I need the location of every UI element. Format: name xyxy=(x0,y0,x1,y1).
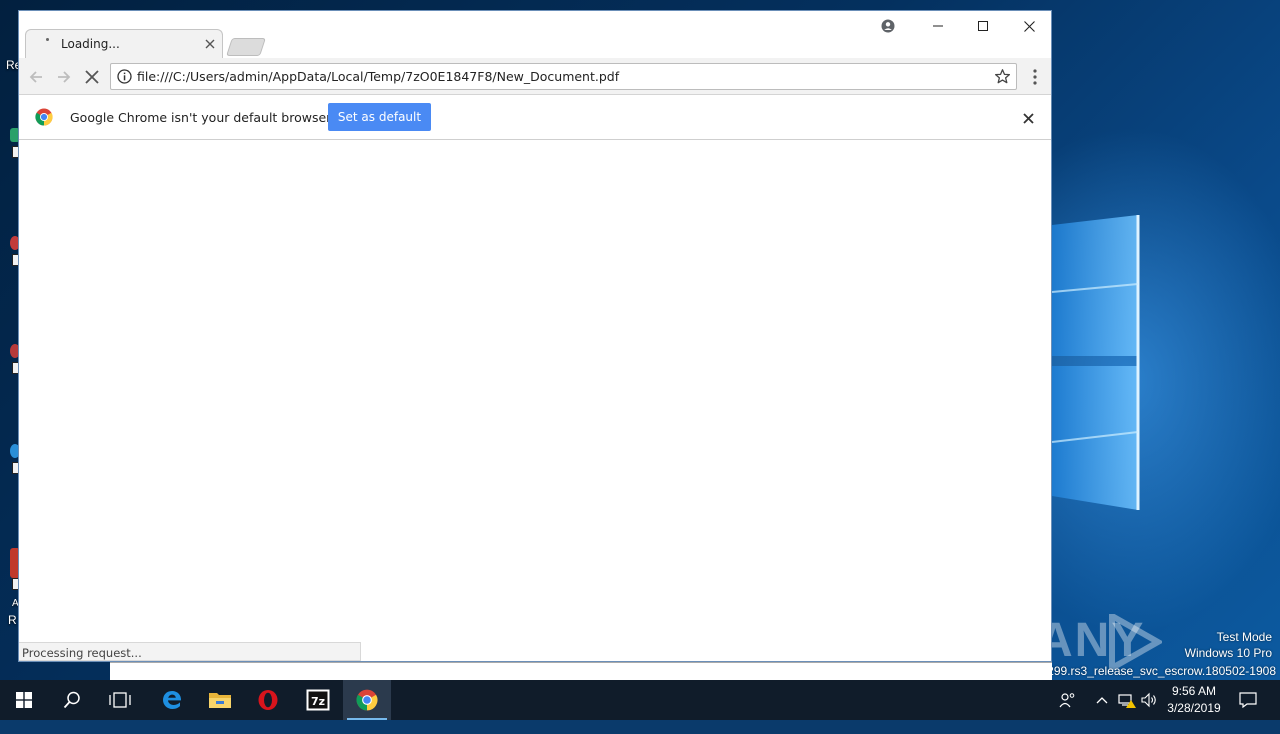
desktop-shortcut[interactable] xyxy=(0,548,22,590)
browser-tab[interactable]: Loading... xyxy=(25,29,223,59)
title-bar[interactable]: Loading... xyxy=(19,11,1051,59)
taskbar-edge[interactable] xyxy=(148,680,196,720)
edge-browser-icon xyxy=(163,691,182,709)
address-bar[interactable]: file:///C:/Users/admin/AppData/Local/Tem… xyxy=(110,63,1017,90)
network-warning-icon xyxy=(1118,694,1136,708)
stop-loading-button[interactable] xyxy=(81,66,103,88)
taskbar-chrome[interactable] xyxy=(343,680,391,720)
arrow-right-icon xyxy=(58,71,71,83)
windows-start-icon xyxy=(16,692,32,708)
background-window-edge xyxy=(110,662,1052,680)
action-center-button[interactable] xyxy=(1238,690,1258,710)
desktop-shortcut[interactable] xyxy=(0,444,22,484)
tray-people-button[interactable] xyxy=(1058,690,1078,710)
close-icon xyxy=(1022,112,1034,124)
volume-icon xyxy=(1141,692,1156,708)
start-button[interactable] xyxy=(0,680,48,720)
infobar-message: Google Chrome isn't your default browser xyxy=(70,110,332,125)
chrome-icon xyxy=(356,689,378,711)
taskbar-opera[interactable] xyxy=(244,680,292,720)
notification-icon xyxy=(1239,692,1257,708)
desktop-shortcut[interactable] xyxy=(0,128,22,168)
infobar-close-button[interactable] xyxy=(1019,109,1037,127)
chrome-menu-button[interactable] xyxy=(1025,66,1045,88)
search-button[interactable] xyxy=(48,680,96,720)
7zip-icon: 7z xyxy=(306,689,330,711)
loading-throbber-icon xyxy=(46,38,49,41)
page-content[interactable] xyxy=(19,140,1051,661)
minimize-button[interactable] xyxy=(916,11,960,41)
maximize-button[interactable] xyxy=(961,11,1005,41)
windows-wallpaper-logo xyxy=(1052,215,1140,510)
clock-date: 3/28/2019 xyxy=(1167,701,1221,715)
forward-button[interactable] xyxy=(53,66,75,88)
taskbar-file-explorer[interactable] xyxy=(196,680,244,720)
taskbar-clock[interactable]: 9:56 AM 3/28/2019 xyxy=(1160,683,1228,717)
tab-title: Loading... xyxy=(61,37,120,51)
chevron-up-icon xyxy=(1096,697,1108,704)
user-profile-icon xyxy=(881,19,895,33)
close-window-button[interactable] xyxy=(1007,11,1051,41)
bookmark-star-icon[interactable] xyxy=(994,68,1011,85)
taskbar-7zip[interactable]: 7z xyxy=(294,680,342,720)
volume-button[interactable] xyxy=(1140,690,1160,710)
desktop-label-fragment: R xyxy=(8,613,17,627)
arrow-left-icon xyxy=(29,71,42,83)
close-icon xyxy=(205,39,215,49)
kebab-menu-icon xyxy=(1033,69,1037,85)
people-icon xyxy=(1059,693,1075,708)
build-string-text: 16299.rs3_release_svc_escrow.180502-1908 xyxy=(1033,664,1276,678)
task-view-button[interactable] xyxy=(96,680,144,720)
anyrun-watermark: ANY RUN xyxy=(1038,610,1238,729)
minimize-icon xyxy=(933,25,943,27)
stop-x-icon xyxy=(85,70,99,84)
close-icon xyxy=(1023,20,1035,32)
desktop-shortcut[interactable] xyxy=(0,344,22,384)
chrome-window: Loading... file:///C:/Users/admin/AppDat… xyxy=(18,10,1052,662)
task-view-icon xyxy=(109,692,131,708)
info-icon[interactable] xyxy=(117,69,132,84)
folder-icon xyxy=(209,693,231,708)
desktop-shortcut[interactable] xyxy=(0,236,22,276)
search-icon xyxy=(63,691,80,709)
back-button[interactable] xyxy=(25,66,47,88)
set-as-default-button[interactable]: Set as default xyxy=(328,103,431,131)
taskbar: 7z 9:56 AM 3/28/2019 xyxy=(0,680,1280,720)
show-hidden-icons-button[interactable] xyxy=(1092,690,1112,710)
url-text[interactable]: file:///C:/Users/admin/AppData/Local/Tem… xyxy=(137,69,619,84)
default-browser-infobar: Google Chrome isn't your default browser… xyxy=(19,95,1051,140)
browser-toolbar: file:///C:/Users/admin/AppData/Local/Tem… xyxy=(19,58,1051,95)
play-icon xyxy=(1109,614,1162,670)
tab-close-button[interactable] xyxy=(202,36,218,52)
profile-button[interactable] xyxy=(866,11,910,41)
network-button[interactable] xyxy=(1117,690,1137,710)
opera-icon xyxy=(258,690,278,710)
status-bubble: Processing request... xyxy=(19,642,361,661)
test-mode-text: Test Mode xyxy=(1216,630,1272,644)
new-tab-button[interactable] xyxy=(226,38,266,56)
maximize-icon xyxy=(978,21,988,31)
chrome-logo-icon xyxy=(35,108,53,126)
svg-text:7z: 7z xyxy=(311,695,325,708)
clock-time: 9:56 AM xyxy=(1171,684,1217,698)
windows-edition-text: Windows 10 Pro xyxy=(1184,646,1272,660)
